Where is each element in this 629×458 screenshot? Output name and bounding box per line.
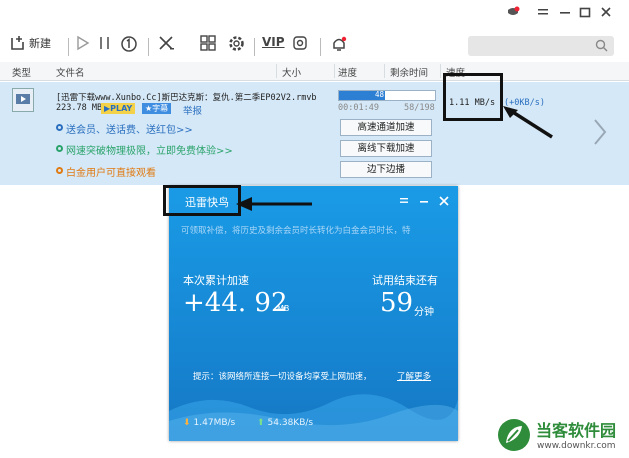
delete-icon[interactable] <box>158 35 174 51</box>
promo-link-gift[interactable]: 送会员、送话费、送红包>> <box>66 121 193 136</box>
grid-icon[interactable] <box>200 35 216 51</box>
subtitle-badge[interactable]: ★字幕 <box>142 103 172 114</box>
settings-icon[interactable] <box>228 35 245 52</box>
pause-icon[interactable] <box>98 35 112 51</box>
popup-close-icon[interactable] <box>439 196 449 209</box>
column-size[interactable]: 大小 <box>282 65 301 79</box>
remain-label: 试用结束还有 <box>372 274 438 287</box>
divider <box>320 38 321 56</box>
menu-icon[interactable] <box>537 6 549 22</box>
accel-unit: MB <box>277 304 290 313</box>
divider <box>254 38 255 56</box>
speedup-popup: 迅雷快鸟 可领取补偿，将历史及剩余会员时长转化为白金会员时长，特 本次累计加速 … <box>169 186 458 441</box>
start-icon[interactable] <box>76 35 90 51</box>
remain-value: 59 <box>380 288 414 318</box>
high-speed-channel-button[interactable]: 高速通道加速 <box>340 119 432 136</box>
new-icon <box>11 36 24 50</box>
bullet-icon <box>56 167 63 174</box>
skin-icon[interactable] <box>292 35 308 51</box>
watermark-url: www.downkr.com <box>537 441 616 451</box>
upload-speed-stat: ⬆ 54.38KB/s <box>257 418 313 428</box>
bullet-icon <box>56 124 63 131</box>
play-badge[interactable]: ▶PLAY <box>101 103 136 114</box>
elapsed-time: 00:01:49 <box>338 103 379 113</box>
divider <box>384 64 385 78</box>
column-remaining[interactable]: 剩余时间 <box>390 65 428 79</box>
divider <box>334 64 335 78</box>
popup-subtitle: 可领取补偿，将历史及剩余会员时长转化为白金会员时长，特 <box>181 226 411 236</box>
promo-link-speed[interactable]: 网速突破物理极限，立即免费体验>> <box>66 142 233 157</box>
download-speed-stat: ⬇ 1.47MB/s <box>183 418 235 428</box>
download-manager-window: 新建 VIP 类型 文件名 大小 进度 剩余时间 速度 [迅雷下载www.Xun… <box>0 0 629 458</box>
divider <box>68 38 69 56</box>
popup-menu-icon[interactable] <box>399 196 409 209</box>
highlight-box-speed <box>443 73 503 121</box>
down-speed-value: 1.47MB/s <box>193 418 236 428</box>
progress-percent: 48.4% <box>375 90 398 99</box>
vip-button[interactable]: VIP <box>262 35 285 49</box>
site-logo-icon <box>498 419 530 451</box>
table-header: 类型 文件名 大小 进度 剩余时间 速度 <box>0 62 629 81</box>
piece-count: 58/198 <box>404 103 435 113</box>
speed-wave-graphic <box>169 394 458 441</box>
new-task-label: 新建 <box>29 37 51 50</box>
play-while-download-button[interactable]: 边下边播 <box>340 161 432 178</box>
down-arrow-icon: ⬇ <box>183 418 191 428</box>
minimize-icon[interactable] <box>559 6 571 22</box>
search-icon <box>595 39 608 52</box>
column-type[interactable]: 类型 <box>12 65 31 79</box>
column-filename[interactable]: 文件名 <box>56 65 85 79</box>
report-link[interactable]: 举报 <box>183 103 202 117</box>
accel-value: +44. 92 <box>183 288 288 318</box>
task-size: 223.78 MB <box>56 103 103 113</box>
message-icon[interactable] <box>506 6 520 24</box>
divider <box>440 64 441 78</box>
priority-icon[interactable] <box>120 35 138 53</box>
subtitle-badge-label: 字幕 <box>152 104 169 113</box>
accel-label: 本次累计加速 <box>183 274 249 287</box>
up-arrow-icon: ⬆ <box>257 418 265 428</box>
play-badge-label: PLAY <box>110 104 133 113</box>
chevron-right-icon[interactable] <box>592 118 608 149</box>
task-filename: [迅雷下载www.Xunbo.Cc]斯巴达克斯：复仇.第二季EP02V2.rmv… <box>56 93 317 103</box>
watermark: 当客软件园 www.downkr.com <box>496 415 629 458</box>
highlight-box-popup-title <box>163 185 241 216</box>
new-task-button[interactable]: 新建 <box>10 35 51 51</box>
promo-link-platinum[interactable]: 白金用户可直接观看 <box>66 164 156 179</box>
divider <box>148 38 149 56</box>
video-file-icon <box>12 88 34 112</box>
search-input[interactable] <box>468 36 614 56</box>
progress-bar: 48.4% <box>338 90 436 101</box>
column-progress[interactable]: 进度 <box>338 65 357 79</box>
watermark-title: 当客软件园 <box>536 421 617 440</box>
bullet-icon <box>56 145 63 152</box>
up-speed-value: 54.38KB/s <box>267 418 314 428</box>
annotation-arrow <box>234 196 314 215</box>
notification-icon[interactable] <box>330 35 348 53</box>
offline-download-button[interactable]: 离线下载加速 <box>340 140 432 157</box>
remain-unit: 分钟 <box>414 307 434 318</box>
close-icon[interactable] <box>600 6 612 22</box>
popup-minimize-icon[interactable] <box>419 196 429 209</box>
maximize-icon[interactable] <box>579 6 591 22</box>
divider <box>276 64 277 78</box>
annotation-arrow <box>500 104 560 147</box>
